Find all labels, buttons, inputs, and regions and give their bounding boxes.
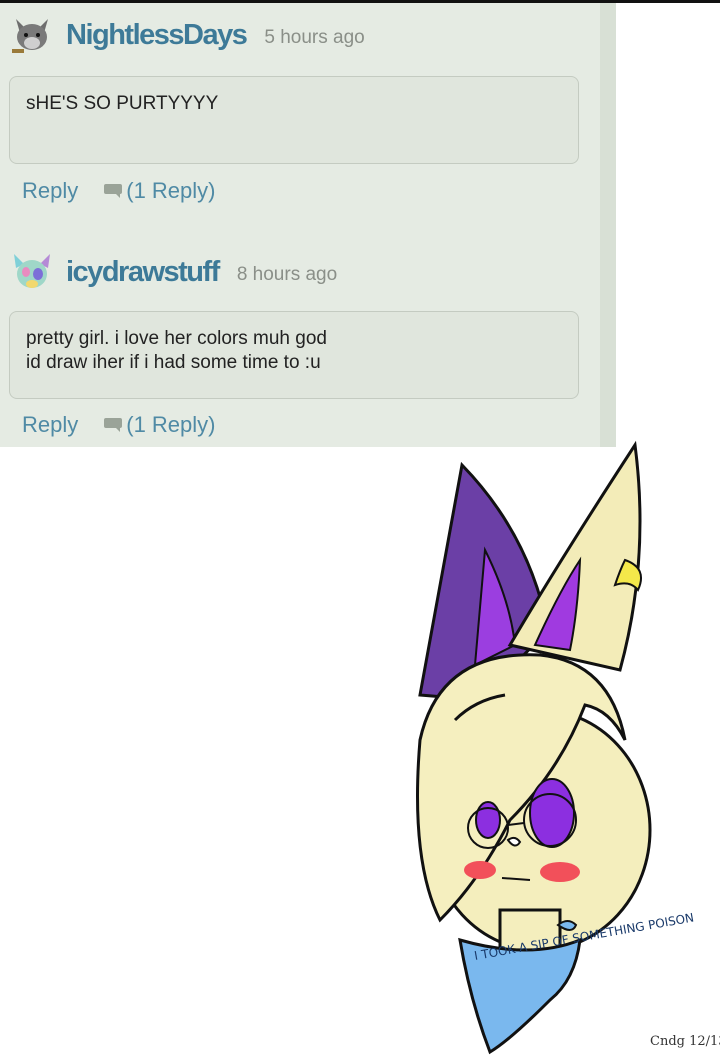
comment-body: pretty girl. i love her colors muh god i… xyxy=(9,311,579,399)
comments-panel: NightlessDays 5 hours ago sHE'S SO PURTY… xyxy=(0,3,616,447)
comment-actions: Reply (1 Reply) xyxy=(22,410,216,440)
signature-text: Cndg 12/13/15 xyxy=(650,1034,720,1049)
reply-button[interactable]: Reply xyxy=(22,412,78,438)
comment-timestamp: 8 hours ago xyxy=(236,264,338,285)
character-drawing-image: I TOOK A SIP OF SOMETHING POISON Cndg 12… xyxy=(416,440,720,1055)
comment-text: pretty girl. i love her colors muh god i… xyxy=(26,328,327,373)
comment-actions: Reply (1 Reply) xyxy=(22,176,216,206)
colorful-cat-avatar-icon[interactable] xyxy=(10,250,54,294)
comment-header: NightlessDays 5 hours ago xyxy=(10,13,365,57)
comment-username[interactable]: icydrawstuff xyxy=(66,256,220,289)
replies-count-link[interactable]: (1 Reply) xyxy=(126,412,215,438)
comment-text: sHE'S SO PURTYYYY xyxy=(26,93,219,114)
comment-header: icydrawstuff 8 hours ago xyxy=(10,250,337,294)
comment-username[interactable]: NightlessDays xyxy=(66,19,248,52)
comment-body: sHE'S SO PURTYYYY xyxy=(9,76,579,164)
speech-bubble-icon xyxy=(104,184,123,198)
comment-timestamp: 5 hours ago xyxy=(264,27,365,48)
reply-button[interactable]: Reply xyxy=(22,178,78,204)
wolf-avatar-icon[interactable] xyxy=(10,13,54,57)
replies-count-link[interactable]: (1 Reply) xyxy=(126,178,215,204)
speech-bubble-icon xyxy=(104,418,123,432)
